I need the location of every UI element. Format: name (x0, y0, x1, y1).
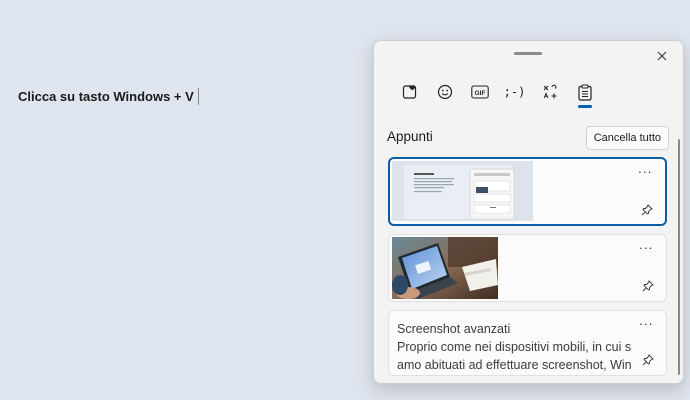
tab-kaomoji[interactable]: ;-) (497, 77, 532, 107)
pin-button[interactable] (640, 203, 654, 217)
item-text-line: Screenshot avanzati (397, 322, 511, 336)
pin-icon (642, 280, 654, 292)
instruction-text: Clicca su tasto Windows + V (18, 88, 194, 104)
item-text-line: Proprio come nei dispositivi mobili, in … (397, 340, 632, 354)
tab-symbols[interactable] (532, 77, 567, 107)
tab-favorites[interactable] (392, 77, 427, 107)
item-text-content: Screenshot avanzati Proprio come nei dis… (397, 320, 632, 374)
item-more-options-button[interactable]: ··· (637, 164, 653, 179)
laptop-photo-thumbnail (392, 237, 498, 299)
gif-icon: GIF (470, 85, 489, 99)
pin-icon (642, 354, 654, 366)
pin-icon (641, 204, 653, 216)
tab-emoji[interactable] (427, 77, 462, 107)
item-more-options-button[interactable]: ··· (638, 316, 654, 331)
text-caret (197, 87, 199, 105)
item-text-line: amo abituati ad effettuare screenshot, W… (397, 358, 632, 372)
close-icon (657, 51, 667, 61)
clipboard-item[interactable]: ··· (388, 157, 667, 226)
drag-handle[interactable] (514, 52, 542, 55)
clipboard-item[interactable]: Screenshot avanzati Proprio come nei dis… (388, 310, 667, 376)
emoji-smiley-icon (437, 84, 452, 100)
tab-gif[interactable]: GIF (462, 77, 497, 107)
pin-button[interactable] (641, 279, 655, 293)
item-more-options-button[interactable]: ··· (638, 240, 654, 255)
screenshot-thumbnail (392, 161, 533, 221)
kaomoji-heart-icon (402, 85, 416, 99)
clipboard-icon (577, 84, 592, 101)
tab-clipboard[interactable] (567, 77, 602, 108)
section-title: Appunti (387, 129, 433, 144)
clear-all-button[interactable]: Cancella tutto (585, 126, 669, 150)
kaomoji-icon: ;-) (503, 85, 526, 99)
scrollbar[interactable] (678, 139, 680, 375)
pin-button[interactable] (641, 353, 655, 367)
symbols-icon (543, 84, 556, 99)
svg-text:GIF: GIF (474, 90, 485, 97)
clipboard-panel: GIF ;-) Appunti Cancella tutto ··· ··· S… (373, 40, 684, 384)
category-tabs: GIF ;-) (392, 77, 602, 109)
close-button[interactable] (651, 45, 673, 67)
clipboard-item[interactable]: ··· (388, 234, 667, 302)
document-instruction: Clicca su tasto Windows + V (18, 86, 199, 106)
